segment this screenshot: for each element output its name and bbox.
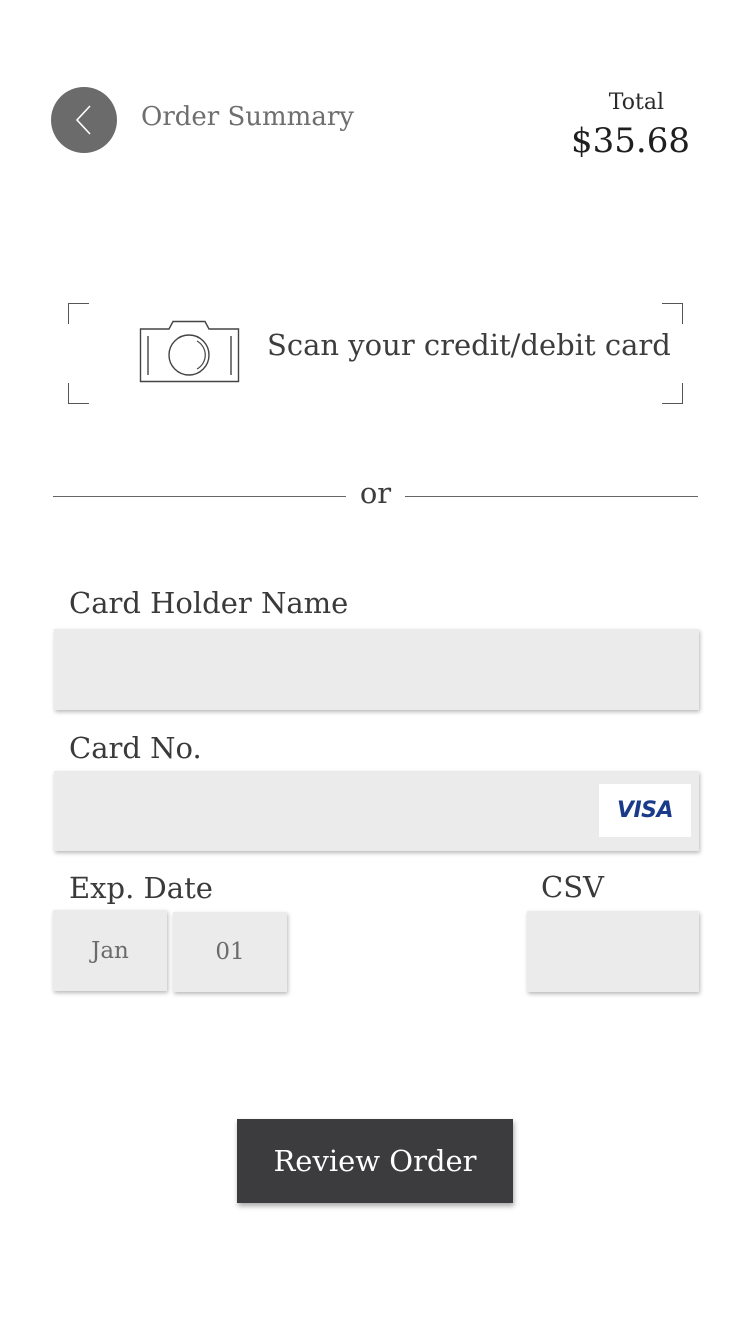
csv-label: CSV [541,870,604,904]
divider-line-right [405,496,698,497]
divider-line-left [53,496,346,497]
camera-icon [139,320,240,383]
visa-logo: VISA [599,784,691,837]
review-order-button[interactable]: Review Order [237,1119,513,1203]
divider-or-text: or [359,476,392,510]
card-holder-label: Card Holder Name [69,586,349,620]
review-order-label: Review Order [273,1144,477,1178]
exp-day-value: 01 [215,939,245,965]
scan-frame-corner-top-right [662,303,683,324]
exp-date-label: Exp. Date [69,871,213,905]
total-label: Total [608,90,664,115]
visa-logo-text: VISA [616,798,674,823]
exp-day-select[interactable]: 01 [173,912,287,992]
scan-card-button[interactable]: Scan your credit/debit card [68,303,683,404]
scan-frame-corner-bottom-left [68,383,89,404]
card-number-label: Card No. [69,731,202,765]
csv-input[interactable] [527,911,699,992]
chevron-left-icon [75,105,91,135]
scan-frame-corner-bottom-right [662,383,683,404]
back-button[interactable] [51,87,117,153]
total-amount: $35.68 [571,121,690,161]
page-title: Order Summary [141,102,354,132]
scan-frame-corner-top-left [68,303,89,324]
exp-month-select[interactable]: Jan [53,910,167,991]
exp-month-value: Jan [91,937,129,964]
card-holder-input[interactable] [54,629,699,710]
scan-card-label: Scan your credit/debit card [267,328,671,362]
